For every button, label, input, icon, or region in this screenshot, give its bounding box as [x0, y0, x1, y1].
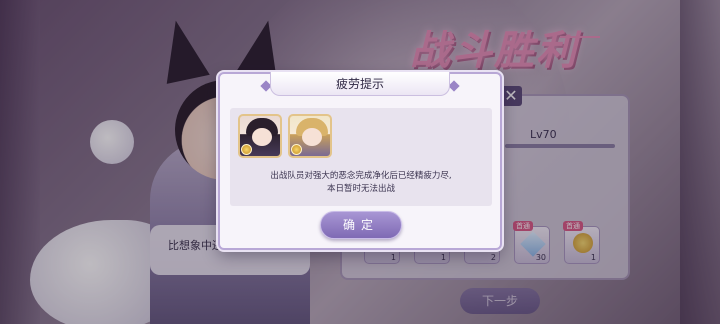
dialog-content: 出战队员对强大的恶念完成净化后已经精疲力尽, 本日暂时无法出战 [230, 108, 492, 206]
dialog-title: 疲劳提示 [270, 72, 450, 96]
portrait-face [302, 128, 322, 146]
character-portrait-blonde-girl [288, 114, 332, 158]
header-ornament-right [448, 80, 460, 92]
rank-medal-icon [291, 144, 302, 155]
message-line-2: 本日暂时无法出战 [326, 184, 395, 194]
portrait-face [252, 128, 272, 146]
message-line-1: 出战队员对强大的恶念完成净化后已经精疲力尽, [270, 171, 452, 181]
confirm-button[interactable]: 确定 [320, 211, 402, 239]
rank-medal-icon [241, 144, 252, 155]
fatigue-dialog: 疲劳提示 出战队员对强大的恶念完成净化后已经精疲力尽, 本日暂时无法出战 确定 [218, 72, 502, 250]
character-portrait-fox-girl [238, 114, 282, 158]
dialog-message: 出战队员对强大的恶念完成净化后已经精疲力尽, 本日暂时无法出战 [230, 170, 492, 196]
